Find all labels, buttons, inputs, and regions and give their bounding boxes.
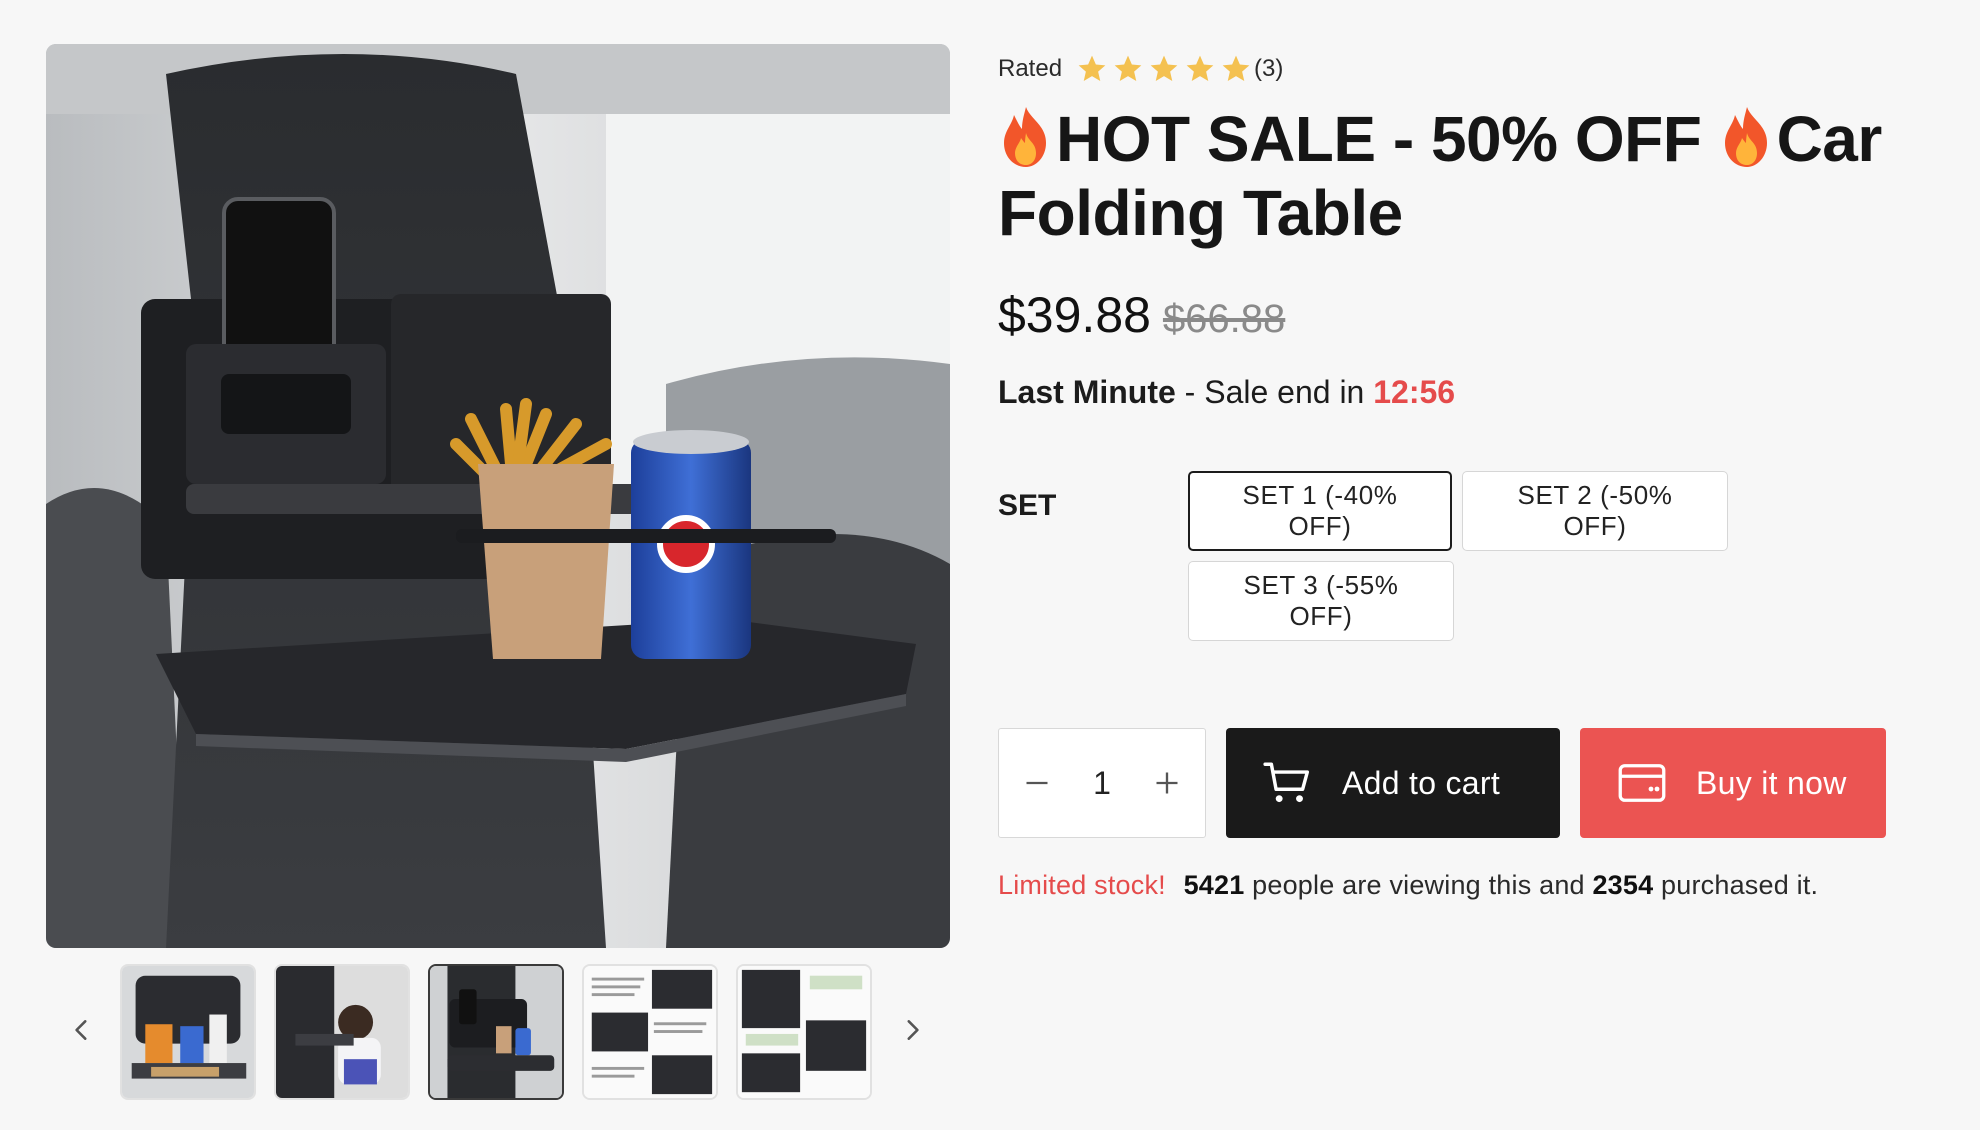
star-icon (1186, 55, 1214, 81)
buy-now-label: Buy it now (1696, 764, 1847, 801)
star-icon (1078, 55, 1106, 81)
thumbnail-image (276, 966, 408, 1098)
thumbnail-4[interactable] (582, 964, 718, 1100)
sale-price: $39.88 (998, 287, 1151, 343)
star-icon (1114, 55, 1142, 81)
product-info: Rated (3) HOT SALE - 50% OFF Car Folding… (998, 52, 1918, 647)
rating-stars (1076, 53, 1252, 85)
thumbnail-image (122, 966, 254, 1098)
add-to-cart-button[interactable]: Add to cart (1226, 728, 1560, 838)
variant-set-2[interactable]: SET 2 (-50% OFF) (1462, 471, 1728, 551)
variant-label: SET (998, 489, 1057, 522)
plus-icon (1156, 772, 1178, 794)
price-row: $39.88 $66.88 (998, 286, 1918, 344)
thumbnail-3[interactable] (428, 964, 564, 1100)
minus-icon (1026, 781, 1048, 785)
purchased-text: purchased it. (1653, 870, 1819, 900)
thumbnail-image (430, 966, 562, 1098)
thumbnail-2[interactable] (274, 964, 410, 1100)
quantity-stepper (998, 728, 1206, 838)
purchase-controls: Add to cart Buy it now (998, 728, 1886, 838)
sale-prefix: Last Minute (998, 374, 1176, 410)
viewers-text: people are viewing this and (1244, 870, 1593, 900)
add-to-cart-label: Add to cart (1342, 764, 1501, 801)
credit-card-icon (1618, 764, 1666, 802)
quantity-decrease-button[interactable] (1017, 763, 1057, 803)
cart-icon (1263, 762, 1310, 803)
chevron-left-icon (75, 1020, 87, 1040)
rating-count[interactable]: (3) (1254, 55, 1283, 83)
product-photo (46, 44, 950, 948)
stock-info: Limited stock! 5421 people are viewing t… (998, 870, 1818, 901)
variant-selector: SET SET 1 (-40% OFF) SET 2 (-50% OFF) SE… (998, 471, 1918, 647)
fire-icon (1724, 107, 1767, 167)
variant-set-1[interactable]: SET 1 (-40% OFF) (1188, 471, 1452, 551)
main-product-image[interactable] (46, 44, 950, 948)
sale-timer: 12:56 (1373, 374, 1456, 410)
purchased-count: 2354 (1592, 870, 1654, 900)
chevron-right-icon (907, 1020, 919, 1040)
thumbnail-1[interactable] (120, 964, 256, 1100)
star-icon (1222, 55, 1250, 81)
sale-countdown: Last Minute - Sale end in 12:56 (998, 374, 1918, 411)
star-icon (1150, 55, 1178, 81)
variant-set-3[interactable]: SET 3 (-55% OFF) (1188, 561, 1454, 641)
quantity-input[interactable] (1072, 764, 1132, 802)
thumbnail-next-button[interactable] (886, 1004, 938, 1056)
thumbnail-image (738, 966, 870, 1098)
quantity-increase-button[interactable] (1147, 763, 1187, 803)
sale-middle: - Sale end in (1175, 374, 1374, 410)
buy-now-button[interactable]: Buy it now (1580, 728, 1886, 838)
thumbnail-image (584, 966, 716, 1098)
thumbnail-5[interactable] (736, 964, 872, 1100)
viewers-count: 5421 (1183, 870, 1245, 900)
stock-warning: Limited stock! (998, 870, 1166, 900)
thumbnail-prev-button[interactable] (56, 1004, 108, 1056)
compare-price: $66.88 (1162, 297, 1286, 341)
title-part-1: HOT SALE - 50% OFF (1056, 103, 1719, 175)
rating-row: Rated (3) (998, 52, 1918, 86)
thumbnail-strip (46, 964, 950, 1104)
rating-label: Rated (998, 55, 1063, 82)
product-title: HOT SALE - 50% OFF Car Folding Table (998, 102, 1918, 250)
fire-icon (1004, 107, 1046, 167)
